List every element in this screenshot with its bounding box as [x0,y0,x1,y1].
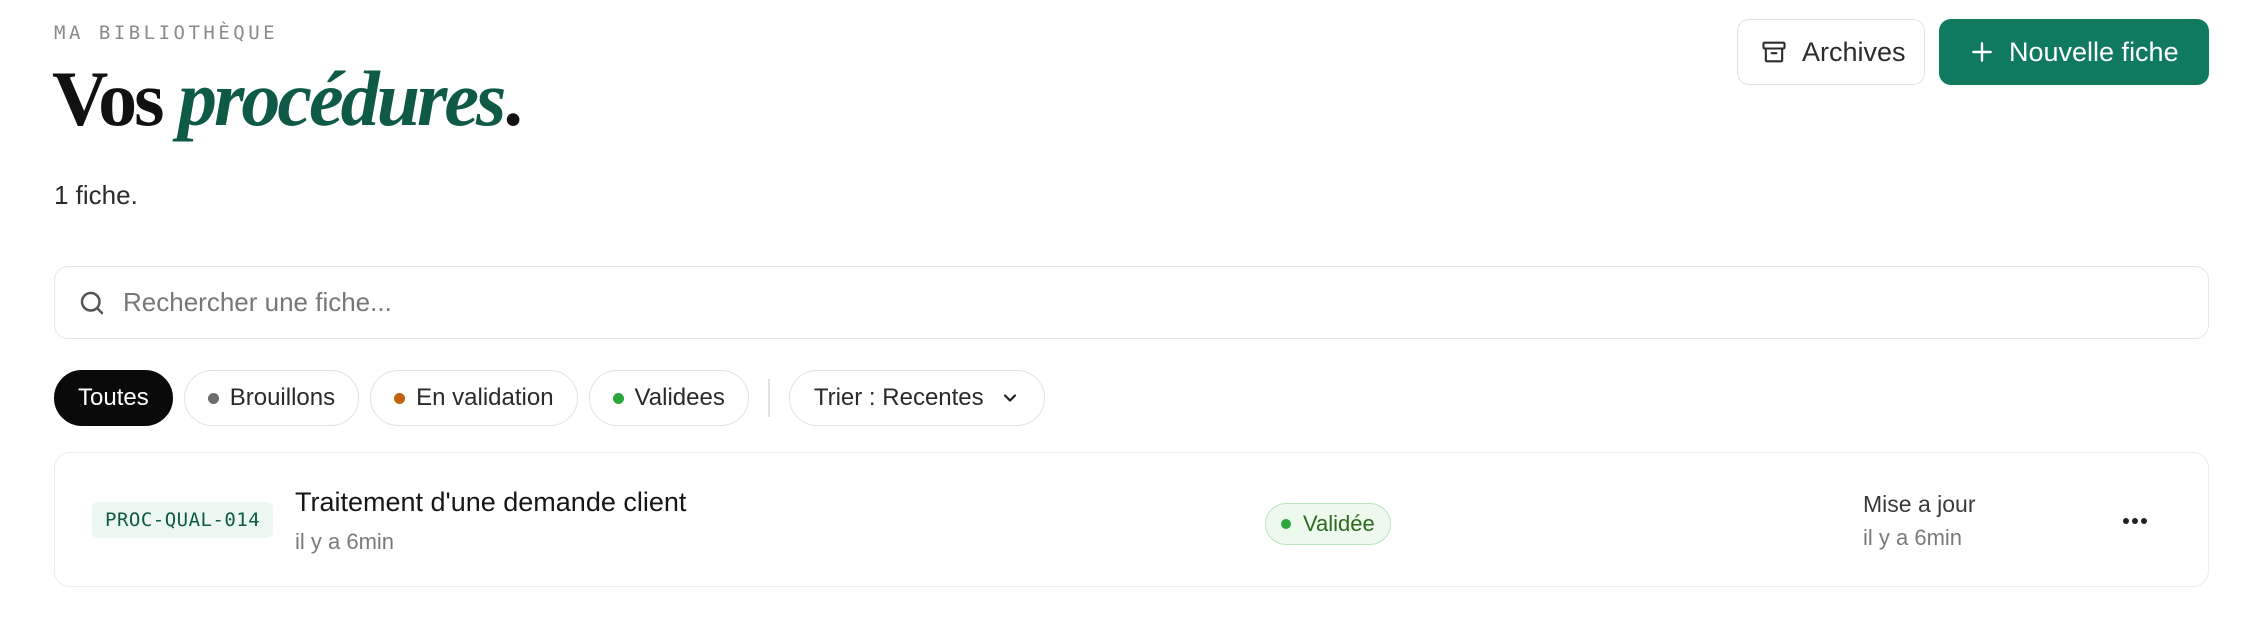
procedure-code-badge: PROC-QUAL-014 [92,502,274,538]
plus-icon [1972,42,1992,62]
more-options-button[interactable] [2113,499,2157,543]
filter-chip-validees[interactable]: Validees [588,370,749,426]
search-icon [80,291,104,314]
updated-value: il y a 6min [1863,525,1963,550]
archives-button[interactable]: Archives [1737,19,1925,85]
procedure-title[interactable]: Traitement d'une demande client [295,487,686,518]
new-fiche-button[interactable]: Nouvelle fiche [1939,19,2209,85]
search-bar [54,266,2209,339]
status-dot [612,392,624,404]
updated-label: Mise a jour [1863,491,1976,517]
item-count: 1 fiche. [54,180,138,210]
header-actions: Archives Nouvelle fiche [1737,19,2209,85]
search-input[interactable] [123,267,2208,338]
status-label: Validée [1303,511,1375,536]
status-dot [1281,519,1291,529]
section-eyebrow: MA BIBLIOTHÈQUE [54,22,279,44]
filter-divider [767,379,770,417]
title-period: . [503,55,522,142]
sort-label: Trier : Recentes [813,384,984,411]
filter-label: Validees [634,384,725,411]
page-title: Vos procédures. [52,60,523,138]
sort-dropdown[interactable]: Trier : Recentes [788,370,1045,426]
filter-bar: Toutes Brouillons En validation Validees… [54,370,1056,426]
filter-chip-brouillons[interactable]: Brouillons [183,370,360,426]
archives-label: Archives [1802,36,1906,67]
procedure-created-time: il y a 6min [295,529,395,554]
filter-label: Brouillons [229,384,336,411]
more-horizontal-icon [2123,518,2147,524]
status-dot [207,392,219,404]
procedure-card[interactable]: PROC-QUAL-014 Traitement d'une demande c… [54,452,2209,587]
filter-chip-en-validation[interactable]: En validation [370,370,578,426]
title-text: Vos [52,55,179,142]
filter-label: En validation [416,384,554,411]
new-fiche-label: Nouvelle fiche [2009,36,2179,67]
chevron-down-icon [1003,394,1016,402]
status-dot [394,392,406,404]
filter-chip-toutes[interactable]: Toutes [54,370,173,426]
status-badge: Validée [1265,503,1391,545]
filter-label: Toutes [78,384,149,411]
archive-icon [1762,41,1786,63]
title-accent: procédures [178,55,506,142]
